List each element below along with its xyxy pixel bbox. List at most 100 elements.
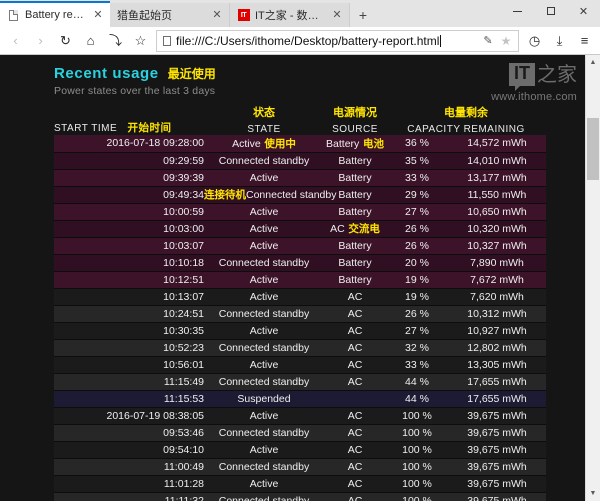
cell-time: 11:15:53 [163,392,204,405]
cell-state-value: Active [232,137,261,150]
cell-source: AC [324,356,386,374]
cell-state-value: Active [249,358,279,371]
header-capacity-remaining: CAPACITY REMAINING [407,124,525,135]
cell-state-value: Connected standby [218,307,310,320]
tab-start-page[interactable]: 猎鱼起始页 ✕ [110,3,230,27]
cell-capacity-percent: 100 % [386,424,448,442]
cell-start-time: 11:15:49 [54,373,204,391]
menu-icon[interactable]: ≡ [572,29,597,53]
recent-usage-table: 状态 电源情况 电量剩余 START TIME 开始时间 STATE SOURC… [54,104,546,501]
table-row: 11:01:28 Active AC 100 % 39,675 mWh [54,475,546,493]
hub-history-icon[interactable]: ◷ [522,29,547,53]
cell-source-value: AC [347,460,363,473]
close-window-button[interactable]: ✕ [567,0,600,22]
cell-capacity-percent: 20 % [386,254,448,272]
cell-capacity-mwh: 39,675 mWh [448,441,546,459]
cell-source-value: AC [347,443,363,456]
add-favorite-icon[interactable]: ★ [497,34,515,48]
table-row: 10:12:51 Active Battery 19 % 7,672 mWh [54,271,546,289]
tab-title: 猎鱼起始页 [117,10,172,22]
vertical-scrollbar[interactable]: ▲ ▼ [585,55,600,501]
cell-source-value: Battery [338,205,372,218]
cell-state: Connected standby [204,424,324,442]
cell-time: 11:15:49 [163,375,204,388]
minimize-button[interactable] [501,0,534,22]
report-title-row: Recent usage 最近使用 [54,65,585,82]
table-row: 10:03:00 Active AC 交流电 26 % 10,320 mWh [54,220,546,238]
cell-source: AC [324,492,386,501]
cell-capacity-percent: 100 % [386,492,448,501]
cell-source: AC [324,305,386,323]
ithome-icon: IT [237,9,250,22]
cell-capacity-percent: 29 % [386,186,448,204]
header-cn-state: 状态 [253,106,275,119]
cell-capacity-percent: 19 % [386,288,448,306]
cell-capacity-percent: 27 % [386,203,448,221]
scroll-up-icon[interactable]: ▲ [586,55,600,70]
cell-start-time: 10:10:18 [54,254,204,272]
page-subtitle: Power states over the last 3 days [54,85,216,97]
address-bar[interactable]: file:///C:/Users/ithome/Desktop/battery-… [156,29,519,52]
cell-capacity-mwh: 39,675 mWh [448,458,546,476]
cell-state-value: Connected standby [218,494,310,501]
cell-time: 09:53:46 [163,426,204,439]
cell-state: Connected standby [204,339,324,357]
header-state: STATE [247,124,281,135]
cell-time: 10:30:35 [163,324,204,337]
home-icon[interactable]: ⌂ [78,29,103,53]
cell-state-value: Active [249,324,279,337]
cell-state: Active [204,356,324,374]
favorite-star-icon[interactable]: ☆ [128,29,153,53]
forward-icon[interactable]: › [28,29,53,53]
header-start-time-en: START TIME [54,123,118,134]
cell-date: 2016-07-18 [106,137,164,150]
page-title-annotation: 最近使用 [167,67,216,81]
cell-source-value: AC [347,358,363,371]
battery-report-page: IT 之家 www.ithome.com Recent usage 最近使用 P… [0,55,585,501]
cell-source-value: Battery [338,188,372,201]
cell-source: Battery 电池 [324,135,386,153]
cell-source-annotation: 交流电 [344,223,380,235]
cell-state: Active 使用中 [204,135,324,153]
cell-start-time: 09:39:39 [54,169,204,187]
cell-source: AC [324,458,386,476]
header-start-time: START TIME 开始时间 [54,120,204,135]
cell-source: Battery [324,152,386,170]
cell-state-value: Connected standby [218,341,310,354]
tab-ithome[interactable]: IT IT之家 - 数码 . 科技 . 生 ✕ [230,3,350,27]
tab-battery-report[interactable]: Battery report ✕ [0,1,110,27]
header-cn-time [54,104,204,120]
cell-start-time: 11:15:53 [54,390,204,408]
notes-icon[interactable]: ✎ [479,34,497,47]
cell-source-value: Battery [326,137,360,150]
scrollbar-track[interactable] [586,70,600,486]
close-icon[interactable]: ✕ [209,7,225,23]
cell-state-value: Active [249,409,279,422]
new-tab-button[interactable]: + [350,3,376,27]
table-row: 11:15:49 Connected standby AC 44 % 17,655 mW… [54,373,546,391]
cell-source-value: AC [347,426,363,439]
cell-source-value: AC [347,494,363,501]
cell-state: Connected standby [204,492,324,501]
maximize-button[interactable] [534,0,567,22]
downloads-icon[interactable]: ⤓ [547,29,572,53]
cell-state-value: Connected standby [218,460,310,473]
scroll-down-icon[interactable]: ▼ [586,486,600,501]
cell-source: AC [324,424,386,442]
close-icon[interactable]: ✕ [90,7,106,23]
table-header-row-cn: 状态 电源情况 电量剩余 [54,104,546,120]
cell-source-value: AC [347,341,363,354]
reading-view-icon[interactable]: ⤵ [103,29,128,53]
address-input[interactable]: file:///C:/Users/ithome/Desktop/battery-… [174,34,479,48]
cell-source: Battery [324,237,386,255]
scrollbar-thumb[interactable] [586,118,599,180]
close-icon[interactable]: ✕ [329,7,345,23]
cell-start-time: 09:53:46 [54,424,204,442]
cell-source: AC [324,322,386,340]
refresh-icon[interactable]: ↻ [53,29,78,53]
cell-capacity-mwh: 17,655 mWh [448,373,546,391]
page-title: Recent usage [54,65,159,82]
title-bar: Battery report ✕ 猎鱼起始页 ✕ IT IT之家 - 数码 . … [0,0,600,27]
back-icon[interactable]: ‹ [3,29,28,53]
cell-source-value: AC [347,477,363,490]
